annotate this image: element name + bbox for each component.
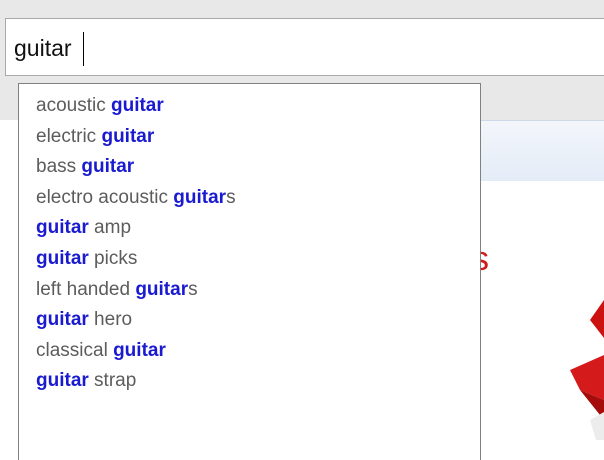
suggestion-match: guitar	[135, 278, 189, 300]
suggestion-prefix: bass	[36, 156, 82, 178]
suggestion-item[interactable]: electric guitar	[36, 122, 154, 152]
suggestion-prefix: left handed	[36, 278, 136, 300]
suggestion-suffix: picks	[88, 248, 138, 269]
suggestion-item[interactable]: acoustic guitar	[36, 91, 164, 121]
background-red-graphic	[570, 300, 604, 440]
background-header-strip	[478, 120, 604, 181]
suggestion-prefix: acoustic	[36, 95, 111, 116]
autocomplete-dropdown: acoustic guitar electric guitar bass guita…	[18, 83, 481, 460]
text-caret	[83, 32, 84, 66]
suggestion-match: guitar	[173, 186, 227, 208]
suggestion-item[interactable]: guitar strap	[36, 366, 136, 396]
search-input[interactable]	[14, 31, 574, 65]
suggestion-item[interactable]: electro acoustic guitars	[36, 183, 236, 213]
suggestion-prefix: electric	[36, 125, 102, 147]
suggestion-match: guitar	[81, 156, 135, 178]
suggestion-item[interactable]: guitar hero	[36, 305, 132, 335]
suggestion-item[interactable]: classical guitar	[36, 336, 166, 366]
suggestion-suffix: amp	[88, 217, 132, 239]
suggestion-suffix: strap	[88, 370, 137, 392]
suggestion-suffix: s	[188, 278, 198, 300]
suggestion-match: guitar	[36, 370, 89, 392]
suggestion-suffix: hero	[88, 309, 133, 331]
suggestion-match: guitar	[36, 217, 89, 239]
suggestion-item[interactable]: guitar picks	[36, 244, 137, 274]
suggestion-suffix: s	[226, 186, 236, 208]
suggestion-match: guitar	[101, 125, 155, 147]
suggestion-prefix: classical	[36, 339, 114, 361]
suggestion-item[interactable]: bass guitar	[36, 152, 134, 182]
suggestion-match: guitar	[113, 339, 166, 361]
search-box[interactable]	[5, 18, 604, 76]
suggestion-match: guitar	[36, 309, 89, 331]
suggestion-item[interactable]: guitar amp	[36, 213, 131, 243]
suggestion-match: guitar	[36, 248, 89, 269]
suggestion-match: guitar	[110, 95, 164, 116]
suggestion-item[interactable]: left handed guitars	[36, 275, 198, 305]
suggestion-prefix: electro acoustic	[36, 186, 174, 208]
